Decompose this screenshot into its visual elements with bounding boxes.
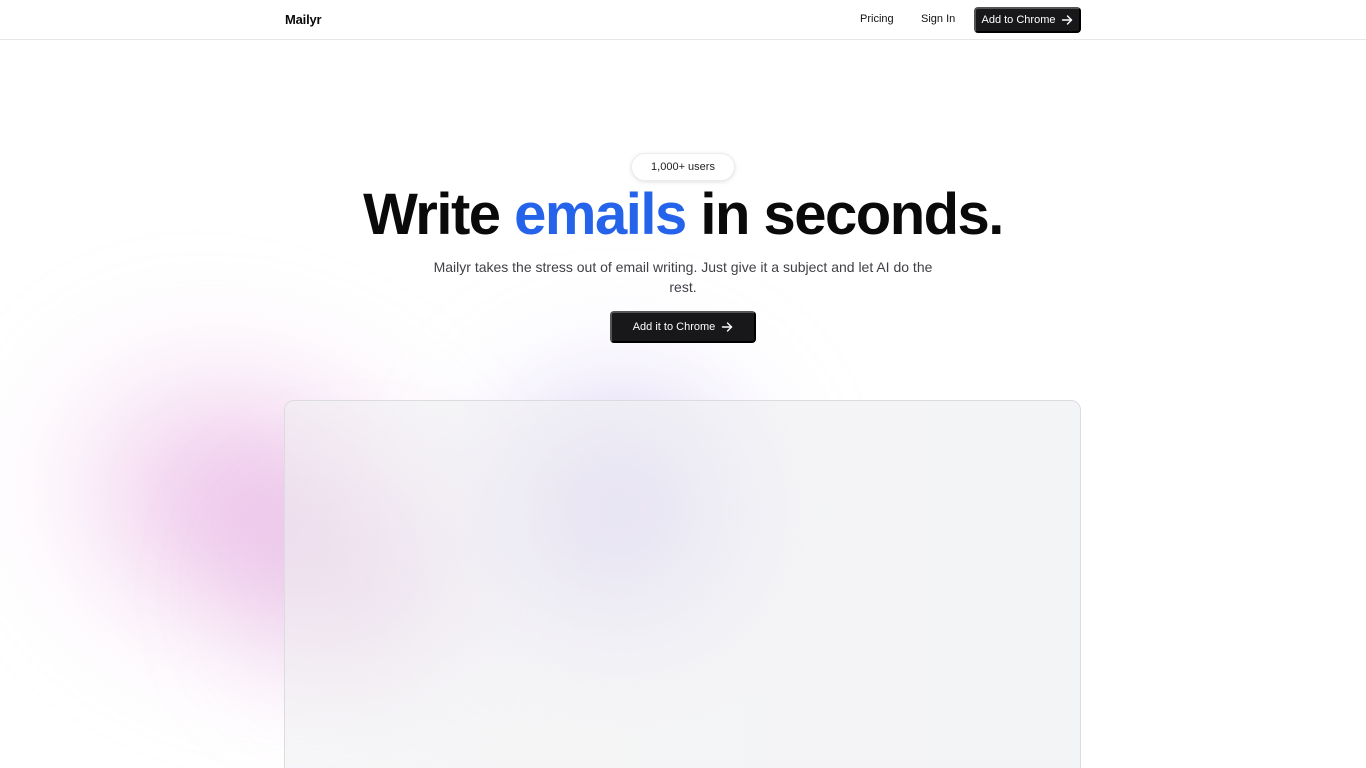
nav-link-pricing[interactable]: Pricing — [860, 13, 894, 25]
nav-link-sign-in[interactable]: Sign In — [921, 13, 955, 25]
arrow-right-icon — [721, 321, 733, 333]
arrow-right-icon — [1061, 14, 1073, 26]
hero-subtitle: Mailyr takes the stress out of email wri… — [433, 259, 933, 295]
add-to-chrome-label: Add to Chrome — [981, 14, 1056, 26]
add-it-to-chrome-label: Add it to Chrome — [632, 321, 716, 333]
headline-accent-word: emails — [514, 182, 687, 247]
page-headline: Write emails in seconds. — [0, 180, 1366, 250]
logo[interactable]: Mailyr — [285, 12, 322, 27]
headline-text-after: in seconds. — [685, 182, 1004, 247]
user-count-badge: 1,000+ users — [631, 153, 735, 181]
add-it-to-chrome-button[interactable]: Add it to Chrome — [610, 311, 756, 343]
top-navbar: Mailyr Pricing Sign In Add to Chrome — [0, 0, 1366, 40]
headline-text-before: Write — [363, 182, 515, 247]
product-preview-card — [284, 400, 1081, 768]
add-to-chrome-button[interactable]: Add to Chrome — [974, 7, 1081, 33]
landing-page: Mailyr Pricing Sign In Add to Chrome 1,0… — [0, 0, 1366, 768]
